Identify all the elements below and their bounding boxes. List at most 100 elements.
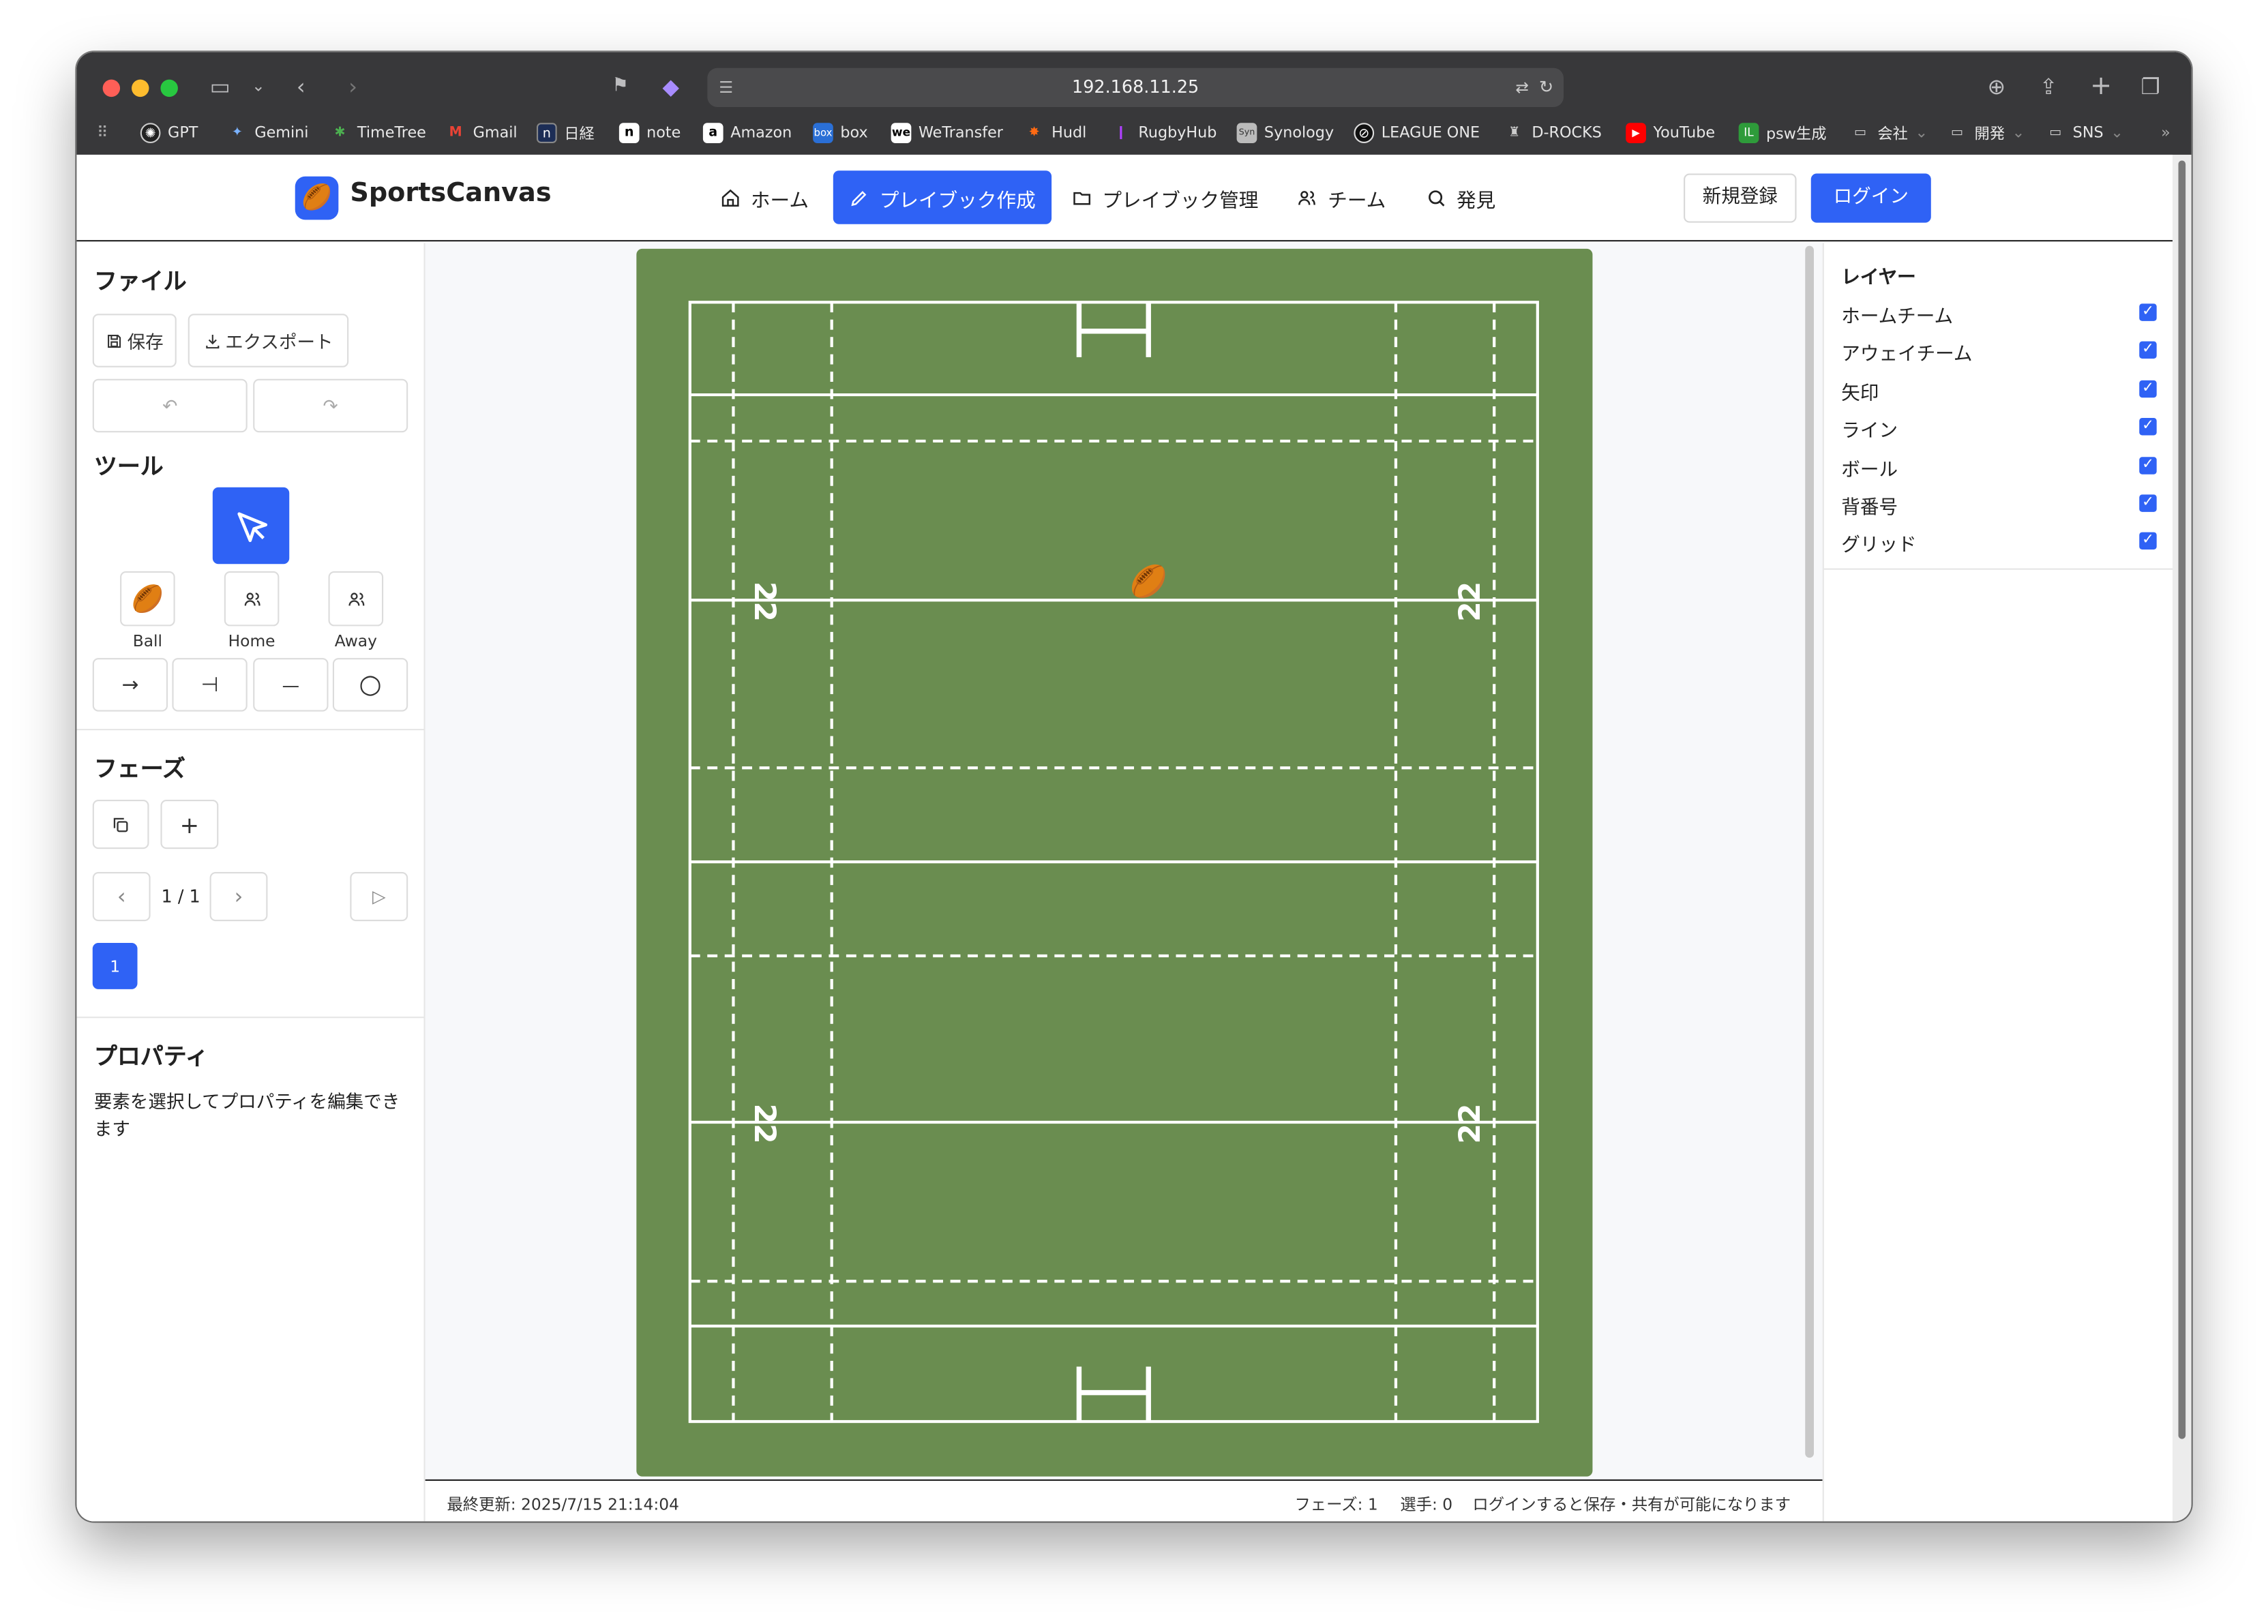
bookmark-folder-sns[interactable]: ▭ SNS ⌄ [2045,120,2123,146]
away-player-tool-button[interactable] [328,571,384,627]
canvas-scrollbar[interactable] [1805,245,1814,1458]
back-icon[interactable]: ‹ [297,72,305,101]
address-bar[interactable]: ☰ 192.168.11.25 ⇄ ↻ [707,67,1564,107]
canvas-area: 22 22 22 22 🏉 [425,243,1823,1479]
bookmark-psw[interactable]: IL psw生成 [1738,120,1827,146]
arrow-right-icon: → [121,673,139,697]
undo-button[interactable]: ↶ [92,378,248,433]
bookmark-hudl[interactable]: ✸ Hudl [1024,120,1087,146]
next-phase-button[interactable]: › [209,872,268,922]
signup-button[interactable]: 新規登録 [1684,173,1797,223]
bookmark-synology[interactable]: Syn Synology [1236,120,1334,146]
phase-count: フェーズ: 1 [1294,1495,1378,1514]
layer-grid-checkbox[interactable]: ✓ [2139,532,2157,550]
layer-label: アウェイチーム [1841,344,1973,366]
select-tool-button[interactable] [212,487,290,565]
bookmark-gpt[interactable]: ✺ GPT [140,120,198,146]
layer-lines-checkbox[interactable]: ✓ [2139,417,2157,436]
layer-away-checkbox[interactable]: ✓ [2139,341,2157,359]
bookmark-timetree[interactable]: ✱ TimeTree [330,120,426,146]
tab-overview-icon[interactable]: ❐ [2140,72,2160,101]
bookmark-d-rocks[interactable]: ♜ D-ROCKS [1504,120,1602,146]
translate-icon[interactable]: ⇄ [1516,68,1530,107]
folder-icon: ▭ [1853,125,1866,140]
bookmark-rugbyhub[interactable]: ❙ RugbyHub [1111,120,1217,146]
logo-icon[interactable]: 🏉 [295,176,339,220]
chevron-down-icon: ⌄ [1915,124,1928,142]
play-phases-button[interactable]: ▷ [350,872,408,922]
sidebar-toggle-icon[interactable]: ▭ [210,72,230,101]
bookmark-amazon[interactable]: a Amazon [702,120,792,146]
more-bookmarks-icon[interactable]: » [2161,120,2170,146]
apps-grid-icon[interactable]: ⠿ [97,120,108,146]
amazon-icon: a [702,123,723,143]
forward-icon[interactable]: › [348,72,357,101]
page-scrollbar[interactable] [2173,154,2192,1522]
duplicate-phase-button[interactable] [92,799,149,849]
save-button[interactable]: 保存 [92,314,177,367]
page-settings-icon[interactable]: ☰ [719,68,733,107]
chevron-down-icon[interactable]: ⌄ [252,72,265,101]
new-tab-icon[interactable]: + [2090,72,2112,101]
download-icon[interactable]: ⊕ [1988,72,2006,101]
block-line-tool-button[interactable]: ⊣ [172,658,248,712]
rugby-ball-icon[interactable]: 🏉 [1130,564,1167,600]
users-icon [243,592,260,605]
bookmark-wetransfer[interactable]: we WeTransfer [891,120,1003,146]
circle-tool-button[interactable]: ○ [332,658,408,712]
layer-label: ホームチーム [1841,306,1954,329]
obsidian-icon[interactable]: ◆ [663,72,679,101]
share-icon[interactable]: ⇪ [2040,72,2058,101]
bookmark-league-one[interactable]: ⊘ LEAGUE ONE [1354,120,1480,146]
bookmark-gemini[interactable]: ✦ Gemini [227,120,309,146]
bookmark-folder-company[interactable]: ▭ 会社 ⌄ [1850,120,1928,146]
brand-name[interactable]: SportsCanvas [350,178,551,209]
zoom-window-button[interactable] [160,79,178,97]
bookmark-gmail[interactable]: M Gmail [445,120,518,146]
bookmark-nikkei[interactable]: n 日経 [536,120,595,146]
extension-icon[interactable]: ⚑ [612,72,629,101]
divider [76,729,426,731]
layer-ball-checkbox[interactable]: ✓ [2139,457,2157,475]
nav-team[interactable]: チーム [1280,170,1401,224]
bookmark-box[interactable]: box box [813,120,868,146]
phase-chip[interactable]: 1 [92,942,138,989]
layer-label: グリッド [1841,535,1917,557]
add-phase-button[interactable]: + [160,799,219,849]
ball-tool-button[interactable]: 🏉 [120,571,175,627]
layer-home-checkbox[interactable]: ✓ [2139,303,2157,321]
nav-home[interactable]: ホーム [704,170,824,224]
bookmark-note[interactable]: n note [618,120,681,146]
pencil-icon [851,190,867,206]
previous-phase-button[interactable]: ‹ [92,872,151,922]
page-scrollbar-thumb[interactable] [2178,160,2186,1439]
layer-arrows-checkbox[interactable]: ✓ [2139,380,2157,398]
22-marking: 22 [1452,581,1487,622]
export-button[interactable]: エクスポート [188,314,349,367]
minimize-window-button[interactable] [132,79,149,97]
line-tool-button[interactable]: — [253,658,329,712]
home-player-tool-button[interactable] [224,571,280,627]
cursor-icon [237,511,267,541]
note-icon: n [618,123,640,143]
login-button[interactable]: ログイン [1810,173,1931,223]
divider [76,1017,426,1019]
users-icon [348,592,364,605]
gpt-icon: ✺ [140,123,161,143]
layer-label: 矢印 [1841,383,1879,405]
hudl-icon: ✸ [1028,125,1040,140]
close-window-button[interactable] [102,79,121,97]
youtube-icon: ▶ [1626,123,1646,143]
psw-icon: IL [1738,123,1759,143]
bookmark-folder-dev[interactable]: ▭ 開発 ⌄ [1947,120,2025,146]
reload-icon[interactable]: ↻ [1539,68,1553,107]
rugby-ball-icon: 🏉 [131,583,164,614]
bookmark-youtube[interactable]: ▶ YouTube [1626,120,1715,146]
redo-button[interactable]: ↷ [253,378,408,433]
arrow-tool-button[interactable]: → [92,658,168,712]
rugby-field[interactable]: 22 22 22 22 🏉 [636,248,1593,1477]
layer-numbers-checkbox[interactable]: ✓ [2139,494,2157,512]
nav-playbook-manage[interactable]: プレイブック管理 [1056,170,1274,224]
nav-discover[interactable]: 発見 [1410,170,1511,224]
nav-playbook-create[interactable]: プレイブック作成 [833,170,1052,224]
